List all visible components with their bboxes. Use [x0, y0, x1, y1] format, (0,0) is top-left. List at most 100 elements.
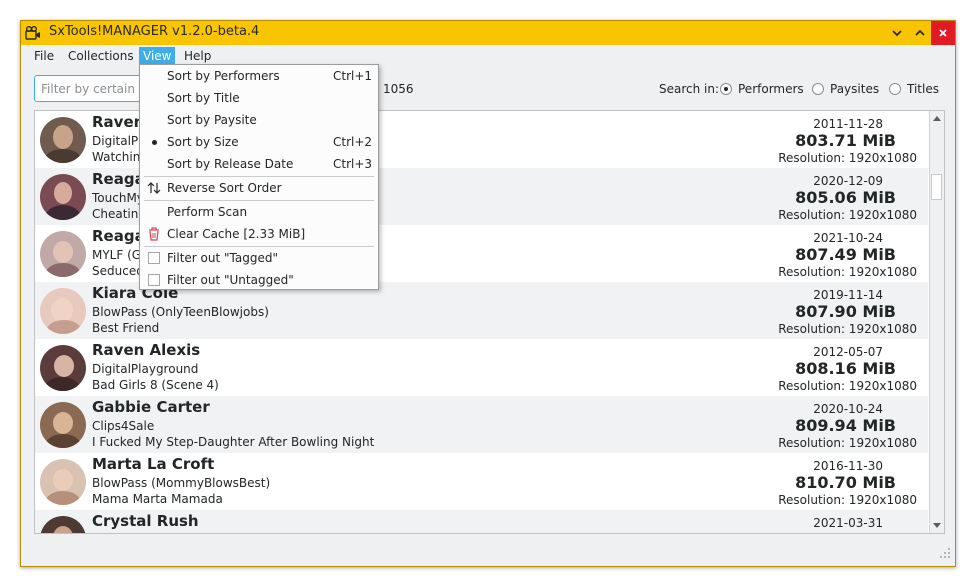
- file-size: 805.06 MiB: [795, 188, 896, 207]
- performer-name: Crystal Rush: [92, 512, 199, 530]
- menu-item-label: Filter out "Tagged": [167, 251, 278, 265]
- menu-item-label: Sort by Size: [167, 135, 239, 149]
- menu-item-label: Filter out "Untagged": [167, 273, 294, 287]
- menu-sort-by-release-date[interactable]: Sort by Release Date Ctrl+3: [140, 153, 378, 175]
- menu-file[interactable]: File: [30, 47, 58, 65]
- file-size: 808.16 MiB: [795, 359, 896, 378]
- release-date: 2020-12-09: [813, 174, 883, 188]
- radio-indicator: [812, 83, 824, 95]
- menu-sort-by-paysite[interactable]: Sort by Paysite: [140, 109, 378, 131]
- sort-arrows-icon: [147, 181, 161, 195]
- search-in-label: Search in:: [659, 82, 720, 96]
- menu-clear-cache[interactable]: Clear Cache [2.33 MiB]: [140, 223, 378, 245]
- chevron-up-icon[interactable]: [908, 21, 932, 45]
- menu-item-label: Sort by Release Date: [167, 157, 294, 171]
- window-title: SxTools!MANAGER v1.2.0-beta.4: [49, 24, 260, 39]
- avatar: [40, 174, 86, 220]
- performer-name: Marta La Croft: [92, 455, 215, 473]
- resolution: Resolution: 1920x1080: [778, 265, 917, 279]
- menu-view[interactable]: View: [139, 47, 176, 65]
- file-size: 803.71 MiB: [795, 131, 896, 150]
- resolution: Resolution: 1920x1080: [778, 379, 917, 393]
- radio-label: Titles: [907, 82, 939, 96]
- menu-sort-by-size[interactable]: Sort by Size Ctrl+2: [140, 131, 378, 153]
- menu-bar: File Collections View Help: [21, 45, 955, 66]
- file-size: 809.94 MiB: [795, 416, 896, 435]
- performer-name: Raven: [92, 113, 145, 131]
- menu-filter-out-tagged[interactable]: Filter out "Tagged": [140, 247, 378, 269]
- paysite-name: MYLF (G: [92, 248, 142, 262]
- app-icon: [25, 25, 41, 41]
- avatar: [40, 516, 86, 533]
- menu-item-shortcut: Ctrl+2: [333, 135, 373, 149]
- menu-filter-out-untagged[interactable]: Filter out "Untagged": [140, 269, 378, 291]
- avatar: [40, 117, 86, 163]
- menu-sort-by-performers[interactable]: Sort by Performers Ctrl+1: [140, 65, 378, 87]
- list-item[interactable]: Gabbie Carter Clips4Sale I Fucked My Ste…: [35, 396, 928, 453]
- release-date: 2016-11-30: [813, 459, 883, 473]
- radio-titles[interactable]: Titles: [889, 82, 939, 96]
- scene-title: Best Friend: [92, 321, 160, 335]
- avatar: [40, 288, 86, 334]
- scroll-thumb[interactable]: [931, 174, 942, 200]
- menu-item-label: Sort by Title: [167, 91, 240, 105]
- menu-item-shortcut: Ctrl+3: [333, 157, 373, 171]
- file-size: 810.70 MiB: [795, 473, 896, 492]
- trash-icon: [147, 227, 161, 241]
- menu-collections[interactable]: Collections: [64, 47, 138, 65]
- radio-indicator: [889, 83, 901, 95]
- radio-label: Paysites: [830, 82, 880, 96]
- menu-sort-by-title[interactable]: Sort by Title: [140, 87, 378, 109]
- scene-title: Cheating: [92, 207, 146, 221]
- radio-performers[interactable]: Performers: [720, 82, 804, 96]
- avatar: [40, 345, 86, 391]
- scene-title: I Fucked My Step-Daughter After Bowling …: [92, 435, 375, 449]
- radio-label: Performers: [738, 82, 804, 96]
- resolution: Resolution: 1920x1080: [778, 208, 917, 222]
- performer-name: Reaga: [92, 227, 145, 245]
- list-item[interactable]: Marta La Croft BlowPass (MommyBlowsBest)…: [35, 453, 928, 510]
- performer-name: Reaga: [92, 170, 145, 188]
- menu-item-label: Perform Scan: [167, 205, 248, 219]
- release-date: 2021-03-31: [813, 516, 883, 530]
- release-date: 2011-11-28: [813, 117, 883, 131]
- resize-grip-icon[interactable]: [939, 547, 951, 562]
- radio-paysites[interactable]: Paysites: [812, 82, 879, 96]
- menu-item-shortcut: Ctrl+1: [333, 69, 373, 83]
- resolution: Resolution: 1920x1080: [778, 493, 917, 507]
- file-size: 807.49 MiB: [795, 245, 896, 264]
- checked-bullet-icon: [147, 135, 161, 149]
- view-menu-dropdown: Sort by Performers Ctrl+1 Sort by Title …: [139, 64, 379, 290]
- resolution: Resolution: 1920x1080: [778, 322, 917, 336]
- checkbox[interactable]: [147, 251, 161, 265]
- title-bar[interactable]: SxTools!MANAGER v1.2.0-beta.4: [21, 21, 955, 45]
- menu-help[interactable]: Help: [180, 47, 215, 65]
- avatar: [40, 402, 86, 448]
- release-date: 2019-11-14: [813, 288, 883, 302]
- menu-reverse-sort-order[interactable]: Reverse Sort Order: [140, 177, 378, 199]
- avatar: [40, 459, 86, 505]
- avatar: [40, 231, 86, 277]
- performer-name: Raven Alexis: [92, 341, 201, 359]
- menu-item-label: Sort by Paysite: [167, 113, 257, 127]
- list-item[interactable]: Raven Alexis DigitalPlayground Bad Girls…: [35, 339, 928, 396]
- result-count: 1056: [383, 82, 414, 96]
- scene-title: Seduced: [92, 264, 144, 278]
- checkbox[interactable]: [147, 273, 161, 287]
- release-date: 2020-10-24: [813, 402, 883, 416]
- menu-item-label: Sort by Performers: [167, 69, 280, 83]
- menu-item-label: Reverse Sort Order: [167, 181, 282, 195]
- scroll-down-arrow-icon[interactable]: [931, 520, 943, 532]
- menu-perform-scan[interactable]: Perform Scan: [140, 201, 378, 223]
- scene-title: Bad Girls 8 (Scene 4): [92, 378, 219, 392]
- chevron-down-icon[interactable]: [885, 21, 909, 45]
- resolution: Resolution: 1920x1080: [778, 436, 917, 450]
- list-item[interactable]: Crystal Rush 2021-03-31: [35, 510, 928, 533]
- radio-indicator: [720, 83, 732, 95]
- close-icon[interactable]: [931, 21, 955, 45]
- vertical-scrollbar[interactable]: [929, 111, 944, 533]
- resolution: Resolution: 1920x1080: [778, 151, 917, 165]
- paysite-name: TouchMy: [92, 191, 144, 205]
- menu-item-label: Clear Cache [2.33 MiB]: [167, 227, 306, 241]
- scroll-up-arrow-icon[interactable]: [931, 112, 943, 124]
